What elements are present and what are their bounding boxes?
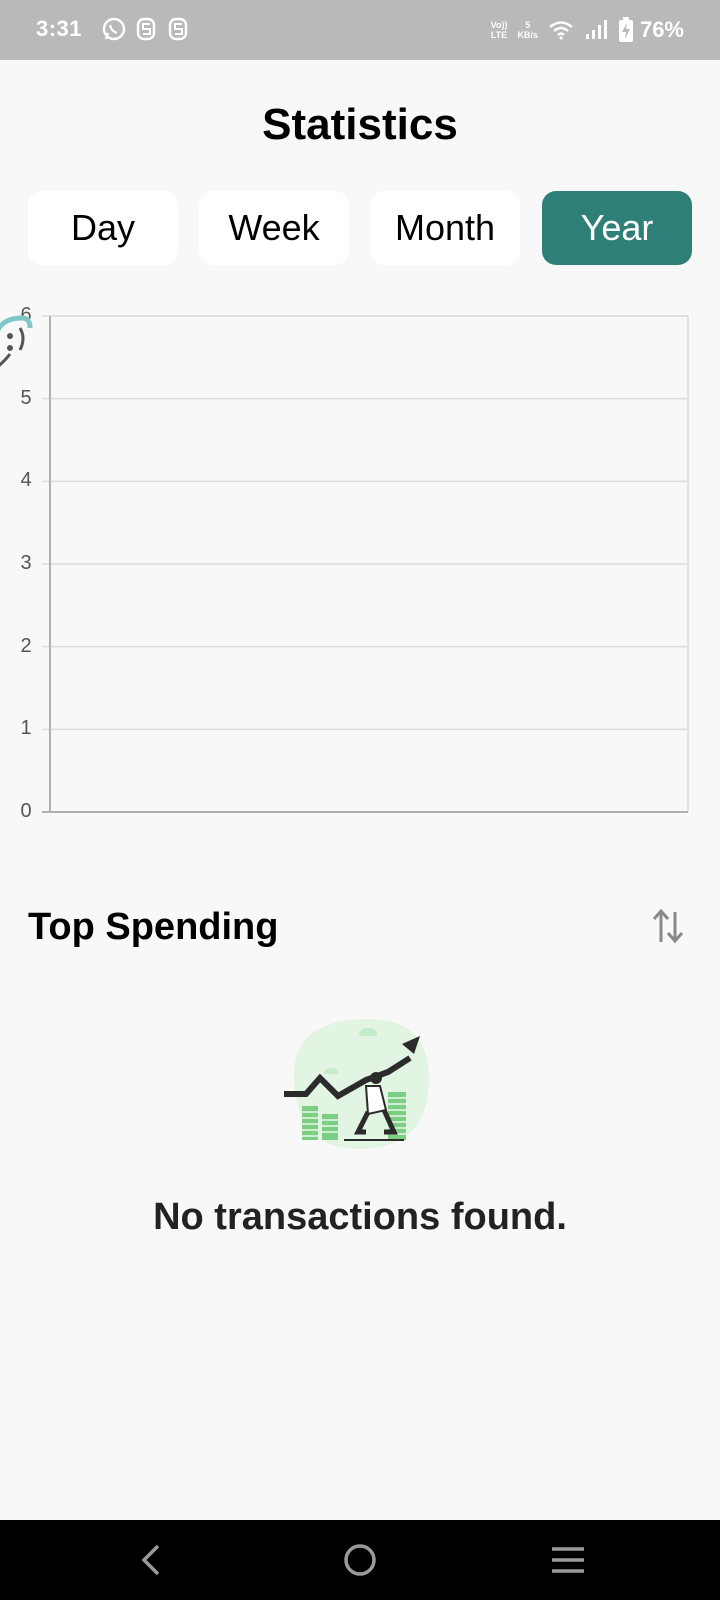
statistics-chart: 0123456 [0, 304, 720, 840]
battery-percent: 76% [639, 17, 684, 42]
chart-canvas [42, 315, 689, 813]
status-time: 3:31 [36, 16, 83, 41]
app-s-icon [168, 17, 188, 41]
recents-icon[interactable] [538, 1538, 598, 1582]
battery-charging-icon [618, 17, 633, 42]
y-tick-label: 5 [20, 386, 32, 409]
y-tick-label: 2 [20, 634, 32, 657]
volte-icon: Vo)) LTE [490, 20, 508, 40]
status-bar: 3:31 Vo)) LTE 5 KB/s 76% [0, 0, 720, 60]
back-icon[interactable] [120, 1538, 180, 1582]
data-speed-icon: 5 KB/s [517, 20, 538, 40]
y-tick-label: 4 [20, 469, 32, 492]
y-tick-label: 3 [20, 552, 32, 574]
period-tabs: Day Week Month Year [28, 191, 692, 265]
empty-state-message: No transactions found. [153, 1196, 567, 1238]
section-title: Top Spending [28, 906, 279, 948]
status-right: Vo)) LTE 5 KB/s 76% [481, 14, 684, 46]
home-icon[interactable] [330, 1538, 390, 1582]
support-headset-icon[interactable] [0, 308, 34, 384]
tab-year[interactable]: Year [542, 191, 692, 265]
tab-month[interactable]: Month [370, 191, 520, 265]
growth-chart-illustration [284, 1019, 429, 1149]
wifi-icon [549, 21, 573, 40]
y-tick-label: 1 [20, 717, 32, 740]
sort-arrows-icon[interactable] [648, 904, 688, 948]
app-s-icon [136, 17, 156, 41]
y-tick-label: 0 [20, 800, 32, 822]
system-nav-bar [0, 1520, 720, 1600]
page-title: Statistics [262, 100, 458, 149]
whatsapp-icon [102, 17, 126, 41]
tab-day[interactable]: Day [28, 191, 178, 265]
tab-week[interactable]: Week [199, 191, 349, 265]
signal-icon [585, 20, 607, 39]
